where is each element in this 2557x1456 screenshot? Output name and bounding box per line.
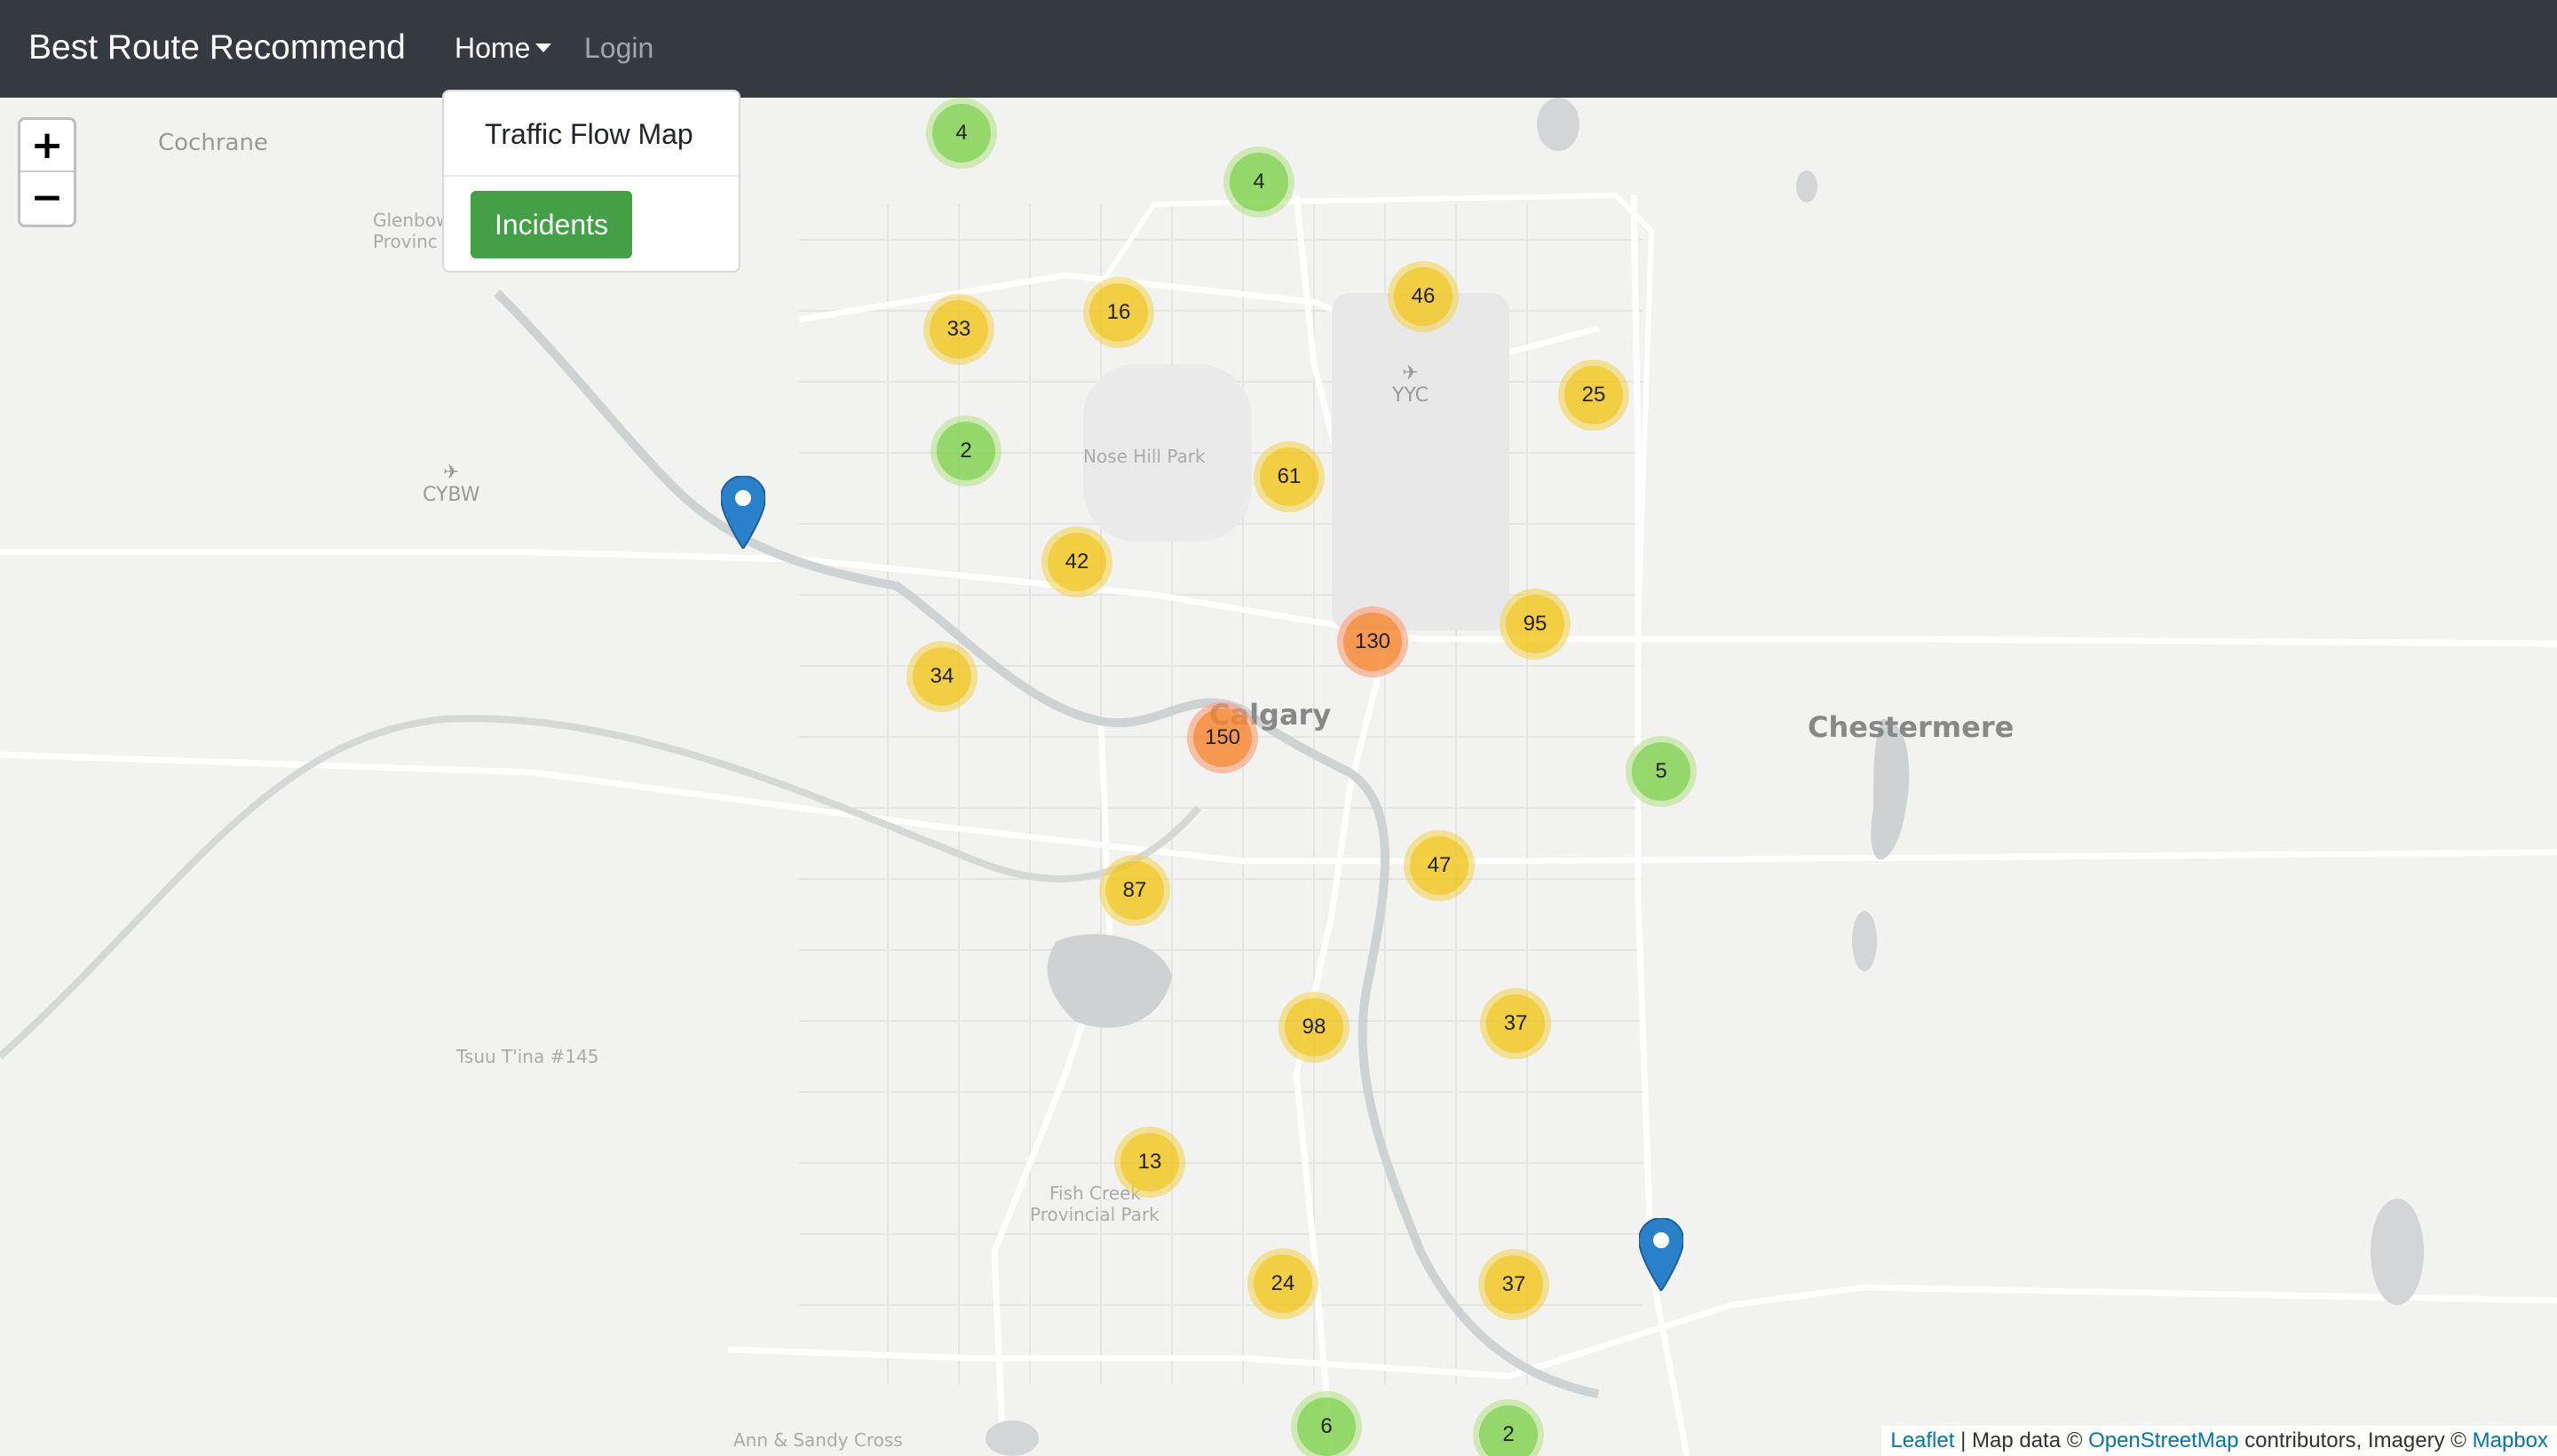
map-marker-icon[interactable]	[1639, 1218, 1683, 1291]
cluster-count: 2	[937, 422, 995, 480]
caret-down-icon	[535, 44, 552, 52]
map-label-tsuu-tina: Tsuu T'ina #145	[456, 1046, 599, 1067]
map-label-nose-hill-park: Nose Hill Park	[1083, 446, 1206, 467]
map-marker-icon[interactable]	[721, 476, 765, 549]
incident-cluster[interactable]: 4	[926, 98, 997, 169]
cluster-count: 13	[1120, 1133, 1179, 1191]
zoom-out-button[interactable]: −	[20, 172, 74, 225]
incident-cluster[interactable]: 16	[1083, 277, 1154, 348]
airplane-icon: ✈	[443, 462, 460, 484]
openstreetmap-link[interactable]: OpenStreetMap	[2088, 1428, 2238, 1452]
cluster-count: 25	[1564, 366, 1623, 424]
cluster-count: 34	[913, 647, 971, 706]
incidents-button[interactable]: Incidents	[471, 191, 632, 258]
map-label-cybw: CYBW	[423, 484, 480, 506]
incident-cluster[interactable]: 47	[1404, 830, 1475, 901]
cluster-count: 37	[1484, 1255, 1543, 1314]
airport-cybw: ✈ CYBW	[423, 462, 479, 506]
zoom-in-button[interactable]: +	[20, 120, 74, 172]
zoom-control: + −	[18, 117, 76, 227]
incident-cluster[interactable]: 95	[1500, 589, 1571, 660]
map-label-glenbow: Glenbow	[373, 210, 451, 231]
cluster-count: 95	[1506, 595, 1564, 653]
map-label-ann-sandy-cross: Ann & Sandy Cross	[733, 1429, 903, 1451]
incident-cluster[interactable]: 24	[1247, 1248, 1318, 1319]
navbar: Best Route Recommend Home Login	[0, 0, 2557, 98]
airport-yyc: ✈ YYC	[1392, 362, 1429, 407]
incident-cluster[interactable]: 2	[930, 415, 1001, 487]
map-label-provincial-park: Provincial Park	[1030, 1204, 1160, 1225]
incident-cluster[interactable]: 37	[1480, 988, 1551, 1059]
nav-login-link[interactable]: Login	[584, 25, 653, 71]
incident-cluster[interactable]: 61	[1254, 441, 1325, 512]
dropdown-divider	[444, 175, 739, 177]
mapbox-link[interactable]: Mapbox	[2473, 1428, 2548, 1452]
map-label-yyc: YYC	[1392, 384, 1429, 407]
cluster-count: 6	[1297, 1397, 1356, 1456]
incident-cluster[interactable]: 150	[1187, 702, 1258, 773]
map-container[interactable]: Chestermere Calgary Cochrane Glenbow Pro…	[0, 98, 2557, 1456]
cluster-count: 47	[1410, 836, 1468, 895]
map-label-provinc: Provinc	[373, 231, 438, 252]
cluster-count: 37	[1486, 994, 1545, 1053]
incident-cluster[interactable]: 34	[906, 641, 978, 712]
incident-cluster[interactable]: 25	[1558, 360, 1629, 431]
cluster-count: 150	[1193, 708, 1252, 767]
incident-cluster[interactable]: 37	[1478, 1249, 1549, 1320]
incident-cluster[interactable]: 130	[1337, 606, 1408, 677]
cluster-count: 42	[1048, 533, 1106, 591]
cluster-count: 2	[1479, 1405, 1538, 1456]
cluster-count: 24	[1254, 1254, 1312, 1313]
cluster-count: 4	[1230, 153, 1288, 211]
incident-cluster[interactable]: 6	[1291, 1391, 1362, 1456]
cluster-count: 98	[1285, 998, 1343, 1056]
attribution-text-2: contributors, Imagery ©	[2238, 1428, 2473, 1452]
cluster-count: 87	[1105, 861, 1164, 920]
incident-cluster[interactable]: 42	[1041, 526, 1112, 597]
home-dropdown-menu: Traffic Flow Map Incidents	[442, 90, 740, 273]
cluster-count: 61	[1260, 447, 1318, 506]
cluster-count: 130	[1343, 613, 1402, 671]
incident-cluster[interactable]: 33	[923, 294, 994, 365]
cluster-count: 5	[1632, 742, 1690, 801]
airplane-icon: ✈	[1402, 362, 1419, 384]
nav-home-dropdown-toggle[interactable]: Home	[455, 25, 552, 71]
cluster-count: 33	[930, 300, 988, 359]
brand-title[interactable]: Best Route Recommend	[28, 25, 406, 71]
nav-home-label: Home	[455, 32, 531, 64]
incident-cluster[interactable]: 4	[1223, 146, 1294, 218]
map-label-cochrane: Cochrane	[158, 130, 268, 156]
leaflet-link[interactable]: Leaflet	[1890, 1428, 1954, 1452]
incident-cluster[interactable]: 5	[1626, 736, 1697, 807]
dropdown-item-traffic-flow-map[interactable]: Traffic Flow Map	[485, 115, 693, 154]
incident-cluster[interactable]: 87	[1099, 855, 1170, 926]
map-attribution: Leaflet | Map data © OpenStreetMap contr…	[1881, 1426, 2557, 1456]
cluster-count: 16	[1089, 283, 1148, 342]
cluster-count: 46	[1394, 267, 1453, 326]
incident-cluster[interactable]: 98	[1278, 992, 1350, 1063]
cluster-count: 4	[932, 104, 991, 162]
incident-cluster[interactable]: 13	[1114, 1127, 1185, 1198]
attribution-text-1: | Map data ©	[1954, 1428, 2089, 1452]
incident-cluster[interactable]: 46	[1388, 261, 1459, 332]
map-label-chestermere: Chestermere	[1808, 710, 2015, 744]
